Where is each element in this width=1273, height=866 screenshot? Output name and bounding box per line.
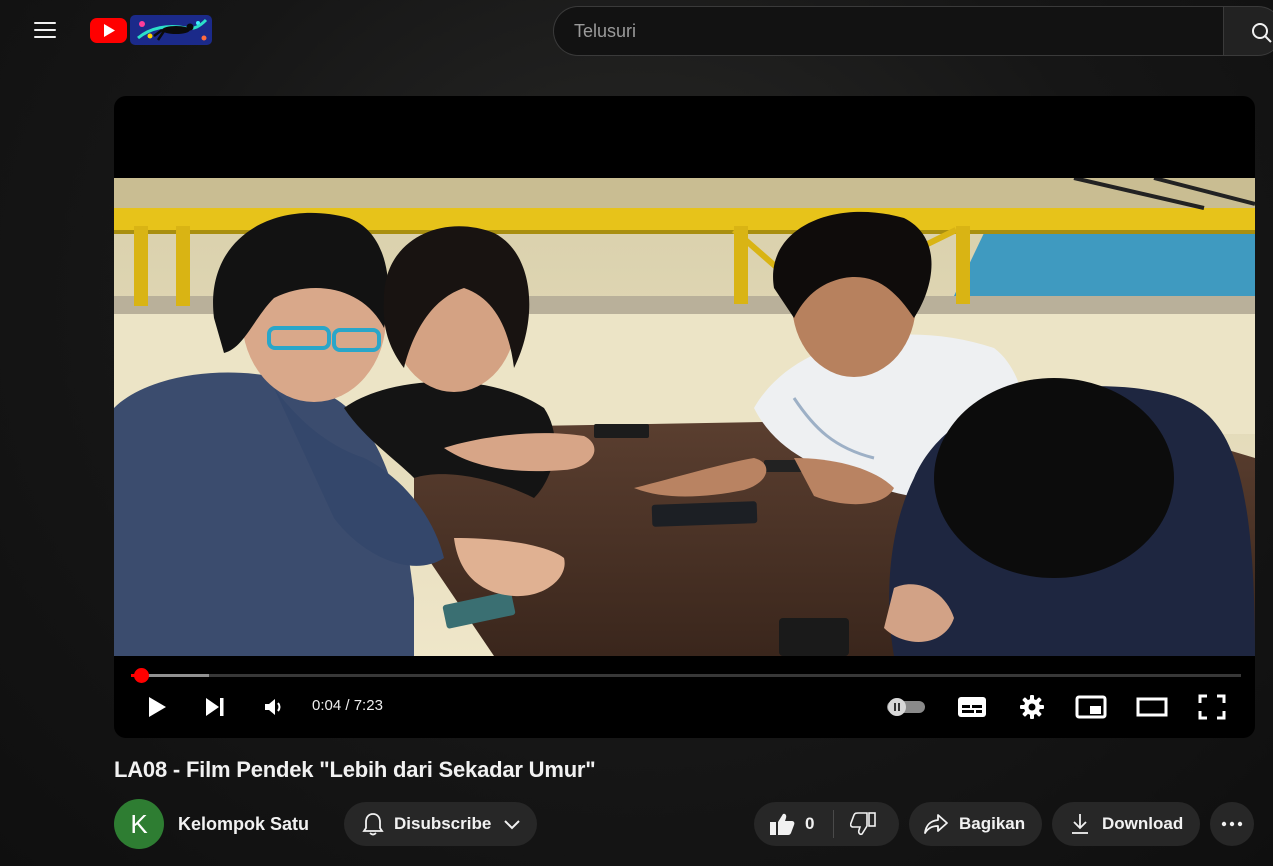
subscribe-label: Disubscribe [394, 814, 492, 833]
play-button[interactable] [142, 692, 172, 722]
avatar-letter: K [130, 808, 148, 839]
theater-mode-icon [1136, 697, 1168, 717]
video-title: LA08 - Film Pendek "Lebih dari Sekadar U… [114, 757, 596, 782]
bell-icon [362, 813, 384, 836]
gear-icon [1020, 695, 1044, 719]
channel-avatar[interactable]: K [114, 799, 164, 849]
play-icon [149, 697, 166, 717]
video-player[interactable]: 0:04 / 7:23 [114, 96, 1255, 738]
download-button[interactable]: Download [1052, 802, 1200, 846]
chevron-down-icon [504, 820, 521, 830]
time-separator: / [345, 697, 350, 714]
theater-mode-button[interactable] [1134, 692, 1170, 722]
search-icon [1252, 23, 1272, 43]
progress-scrubber[interactable] [133, 668, 149, 683]
share-icon [924, 814, 948, 834]
volume-icon [265, 699, 281, 715]
subscribe-button[interactable]: Disubscribe [344, 802, 537, 846]
download-label: Download [1102, 814, 1184, 833]
next-icon [206, 698, 224, 716]
channel-name[interactable]: Kelompok Satu [178, 814, 309, 835]
dislike-button[interactable] [834, 802, 899, 846]
more-actions-button[interactable] [1210, 802, 1254, 846]
time-current: 0:04 [312, 697, 342, 714]
search-button[interactable] [1223, 6, 1273, 56]
fullscreen-button[interactable] [1196, 692, 1228, 722]
subtitles-icon [958, 697, 986, 717]
like-button[interactable]: 0 [754, 802, 834, 846]
more-horizontal-icon [1221, 821, 1243, 827]
volume-button[interactable] [258, 692, 288, 722]
time-display: 0:04 / 7:23 [312, 697, 383, 714]
share-label: Bagikan [959, 814, 1026, 833]
subtitles-button[interactable] [954, 692, 990, 722]
download-icon [1072, 814, 1088, 834]
autoplay-toggle-icon [887, 698, 925, 716]
time-total: 7:23 [353, 697, 383, 714]
search-input[interactable] [574, 20, 1224, 42]
fullscreen-icon [1198, 694, 1226, 720]
youtube-doodle-logo[interactable] [90, 14, 212, 46]
settings-button[interactable] [1016, 692, 1048, 722]
video-frame[interactable] [114, 178, 1255, 656]
like-count: 0 [805, 814, 815, 833]
hamburger-menu-icon[interactable] [22, 10, 68, 50]
progress-bar[interactable] [131, 668, 1241, 683]
share-button[interactable]: Bagikan [909, 802, 1042, 846]
miniplayer-button[interactable] [1074, 692, 1108, 722]
search-box[interactable] [553, 6, 1224, 56]
thumbs-down-icon [850, 812, 876, 836]
next-button[interactable] [200, 692, 230, 722]
autoplay-toggle[interactable] [884, 692, 928, 722]
like-dislike-group: 0 [754, 802, 899, 846]
miniplayer-icon [1075, 695, 1107, 719]
thumbs-up-icon [770, 813, 795, 835]
